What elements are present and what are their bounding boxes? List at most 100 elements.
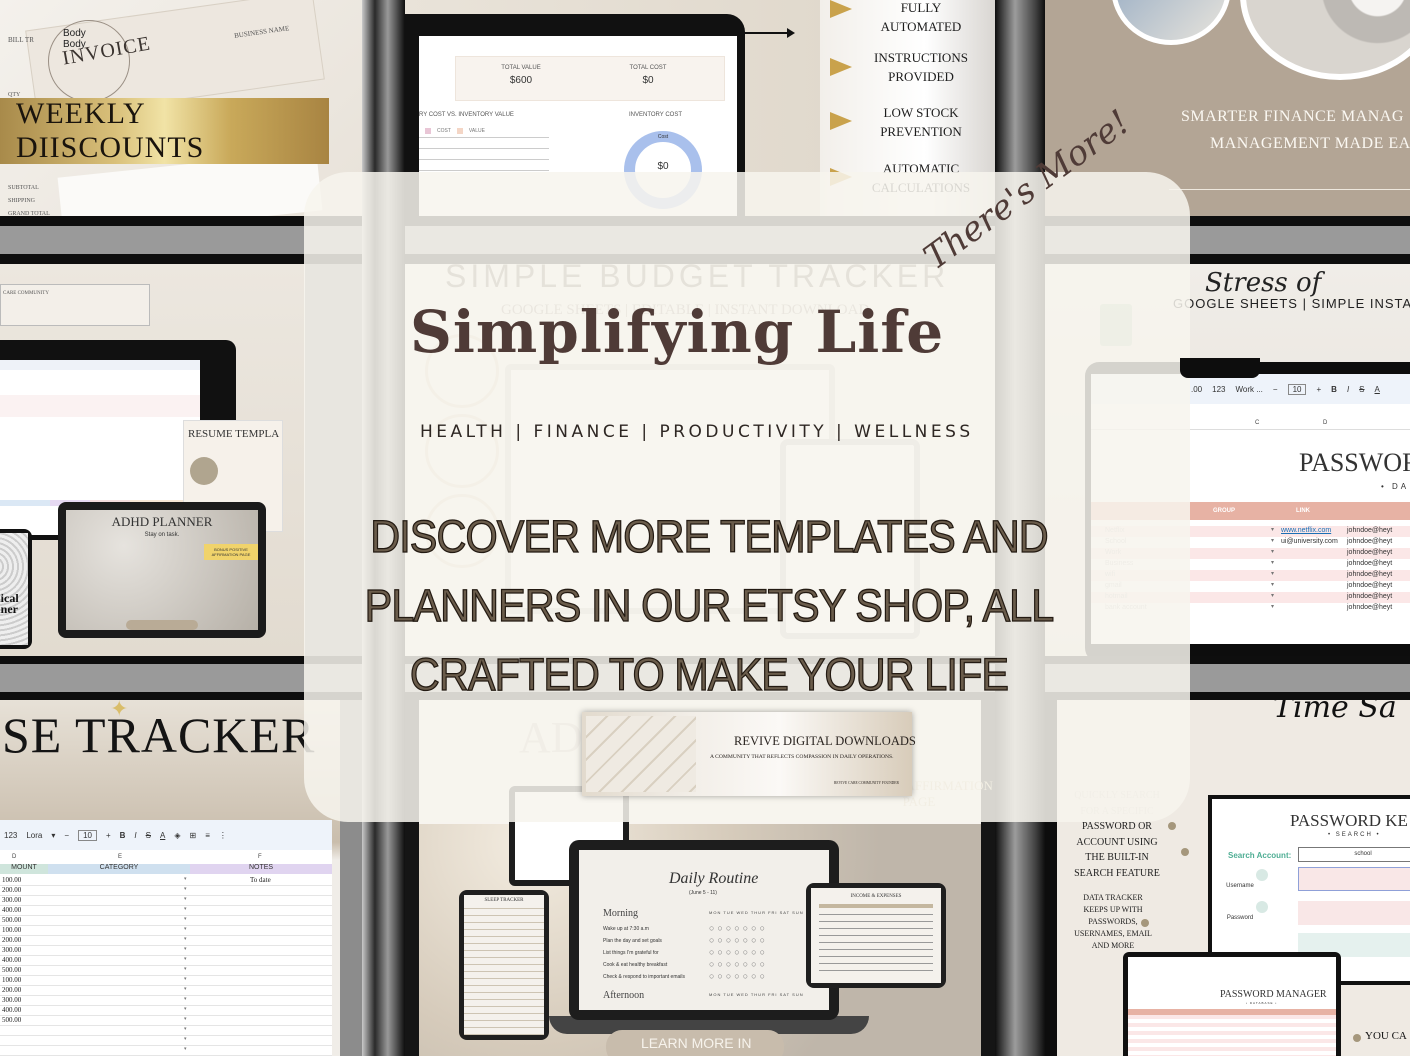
dropdown-icon[interactable]: ▾ [184, 876, 187, 882]
number-format-button[interactable]: 123 [1212, 385, 1225, 394]
text-color-button[interactable]: A [160, 831, 165, 840]
italic-button[interactable]: I [134, 831, 136, 840]
password-manager-title: PASSWORD MANAGER [1220, 989, 1327, 1000]
dropdown-icon[interactable]: ▾ [184, 1006, 187, 1012]
dropdown-icon[interactable]: ▾ [184, 986, 187, 992]
dropdown-icon[interactable]: ▾ [184, 1026, 187, 1032]
dropdown-icon[interactable]: ▾ [184, 976, 187, 982]
dropdown-icon[interactable]: ▾ [184, 1016, 187, 1022]
dropdown-icon[interactable]: ▾ [184, 906, 187, 912]
callout-line: KEEPS UP WITH [1083, 905, 1143, 914]
habit-checkboxes[interactable]: ○○○○○○○ [709, 923, 768, 933]
font-size-input[interactable]: 10 [78, 829, 97, 841]
plus-button[interactable]: + [1316, 385, 1321, 394]
dropdown-icon[interactable]: ▾ [1271, 548, 1274, 555]
dropdown-icon[interactable]: ▾ [184, 996, 187, 1002]
fill-color-icon[interactable]: ◈ [174, 831, 180, 840]
habit-checkboxes[interactable]: ○○○○○○○ [709, 935, 768, 945]
category-pillars: HEALTH | FINANCE | PRODUCTIVITY | WELLNE… [420, 422, 974, 442]
table-row[interactable]: 500.00 ▾ [0, 1016, 332, 1026]
minus-button[interactable]: − [64, 831, 69, 840]
italic-button[interactable]: I [1347, 385, 1349, 394]
number-format-button[interactable]: 123 [4, 831, 17, 840]
borders-icon[interactable]: ⊞ [190, 831, 197, 840]
brand-title: Simplifying Life [410, 298, 945, 366]
habit-checkboxes[interactable]: ○○○○○○○ [709, 971, 768, 981]
adhd-title: ADHD PLANNER [111, 514, 213, 529]
note-cell: To date [250, 876, 271, 884]
laptop-mockup: PASSWORD MANAGER • DATABASE • [1123, 952, 1341, 1056]
table-row[interactable]: 300.00 ▾ [0, 946, 332, 956]
dropdown-icon[interactable]: ▾ [184, 916, 187, 922]
decimal-format-button[interactable]: .00 [1191, 385, 1202, 394]
font-size-input[interactable]: 10 [1287, 383, 1307, 395]
table-row[interactable]: 500.00 ▾ [0, 916, 332, 926]
align-icon[interactable]: ≡ [205, 831, 210, 840]
script-heading: Time Sa [1273, 700, 1397, 725]
kpi-value: $0 [642, 75, 654, 86]
learn-more-button[interactable]: LEARN MORE IN [606, 1030, 784, 1056]
table-row[interactable]: 500.00 ▾ [0, 966, 332, 976]
legend-label: COST [437, 128, 451, 134]
habit-checkboxes[interactable]: ○○○○○○○ [709, 947, 768, 957]
dropdown-icon[interactable]: ▾ [184, 926, 187, 932]
chevron-down-icon[interactable]: ▾ [51, 831, 55, 840]
dropdown-icon[interactable]: ▾ [184, 956, 187, 962]
table-row[interactable]: ▾ [0, 1046, 332, 1056]
dropdown-icon[interactable]: ▾ [1271, 581, 1274, 588]
strikethrough-button[interactable]: S [146, 831, 151, 840]
table-row[interactable]: 400.00 ▾ [0, 1006, 332, 1016]
account-link[interactable]: www.netflix.com [1281, 527, 1331, 534]
shop-banner[interactable]: REVIVE DIGITAL DOWNLOADS A COMMUNITY THA… [582, 712, 916, 796]
bar-chart-title: RY COST VS. INVENTORY VALUE [419, 112, 514, 118]
phone-screen: dical nner [0, 533, 28, 645]
more-icon[interactable]: ⋮ [219, 831, 227, 840]
daily-routine-date: (June 5 - 11) [689, 890, 717, 896]
dropdown-icon[interactable]: ▾ [184, 1036, 187, 1042]
table-row[interactable]: 100.00 ▾ [0, 976, 332, 986]
table-row[interactable]: 200.00 ▾ [0, 986, 332, 996]
bold-button[interactable]: B [120, 831, 126, 840]
password-subtitle: • DA [1381, 482, 1410, 491]
table-row[interactable]: 300.00 ▾ [0, 896, 332, 906]
weekly-discounts-text: WEEKLY DIISCOUNTS [16, 97, 205, 164]
dropdown-icon[interactable]: ▾ [184, 966, 187, 972]
table-row[interactable]: 200.00 ▾ [0, 886, 332, 896]
dropdown-icon[interactable]: ▾ [1271, 592, 1274, 599]
account-link[interactable]: ui@university.com [1281, 538, 1338, 545]
font-select[interactable]: Lora [26, 831, 42, 840]
dropdown-icon[interactable]: ▾ [1271, 570, 1274, 577]
dropdown-icon[interactable]: ▾ [184, 946, 187, 952]
dropdown-icon[interactable]: ▾ [1271, 559, 1274, 566]
dropdown-icon[interactable]: ▾ [1271, 537, 1274, 544]
dropdown-icon[interactable]: ▾ [1271, 526, 1274, 533]
learn-more-button[interactable] [126, 620, 198, 630]
table-row[interactable]: 400.00 ▾ [0, 906, 332, 916]
bold-button[interactable]: B [1331, 385, 1337, 394]
strikethrough-button[interactable]: S [1359, 385, 1364, 394]
table-row[interactable]: 100.00 ▾ To date [0, 876, 332, 886]
username-field[interactable] [1298, 867, 1410, 891]
habit-checkboxes[interactable]: ○○○○○○○ [709, 959, 768, 969]
font-select[interactable]: Work ... [1235, 385, 1262, 394]
dropdown-icon[interactable]: ▾ [184, 896, 187, 902]
search-account-input[interactable]: school [1298, 847, 1410, 862]
kpi-box: TOTAL VALUE $600 TOTAL COST $0 [455, 56, 725, 101]
table-row[interactable]: 300.00 ▾ [0, 996, 332, 1006]
username-label: Username [1226, 883, 1254, 889]
amount-cell: 500.00 [2, 916, 22, 924]
table-row[interactable]: ▾ [0, 1036, 332, 1046]
table-row[interactable]: ▾ [0, 1026, 332, 1036]
dropdown-icon[interactable]: ▾ [184, 886, 187, 892]
table-row[interactable]: 400.00 ▾ [0, 956, 332, 966]
text-color-button[interactable]: A [1375, 385, 1380, 394]
dropdown-icon[interactable]: ▾ [184, 936, 187, 942]
plus-button[interactable]: + [106, 831, 111, 840]
dropdown-icon[interactable]: ▾ [1271, 603, 1274, 610]
table-row[interactable]: 200.00 ▾ [0, 936, 332, 946]
dropdown-icon[interactable]: ▾ [184, 1046, 187, 1052]
password-field[interactable] [1298, 901, 1410, 925]
table-row[interactable]: 100.00 ▾ [0, 926, 332, 936]
minus-button[interactable]: − [1273, 385, 1278, 394]
chevron-icon [830, 58, 852, 76]
